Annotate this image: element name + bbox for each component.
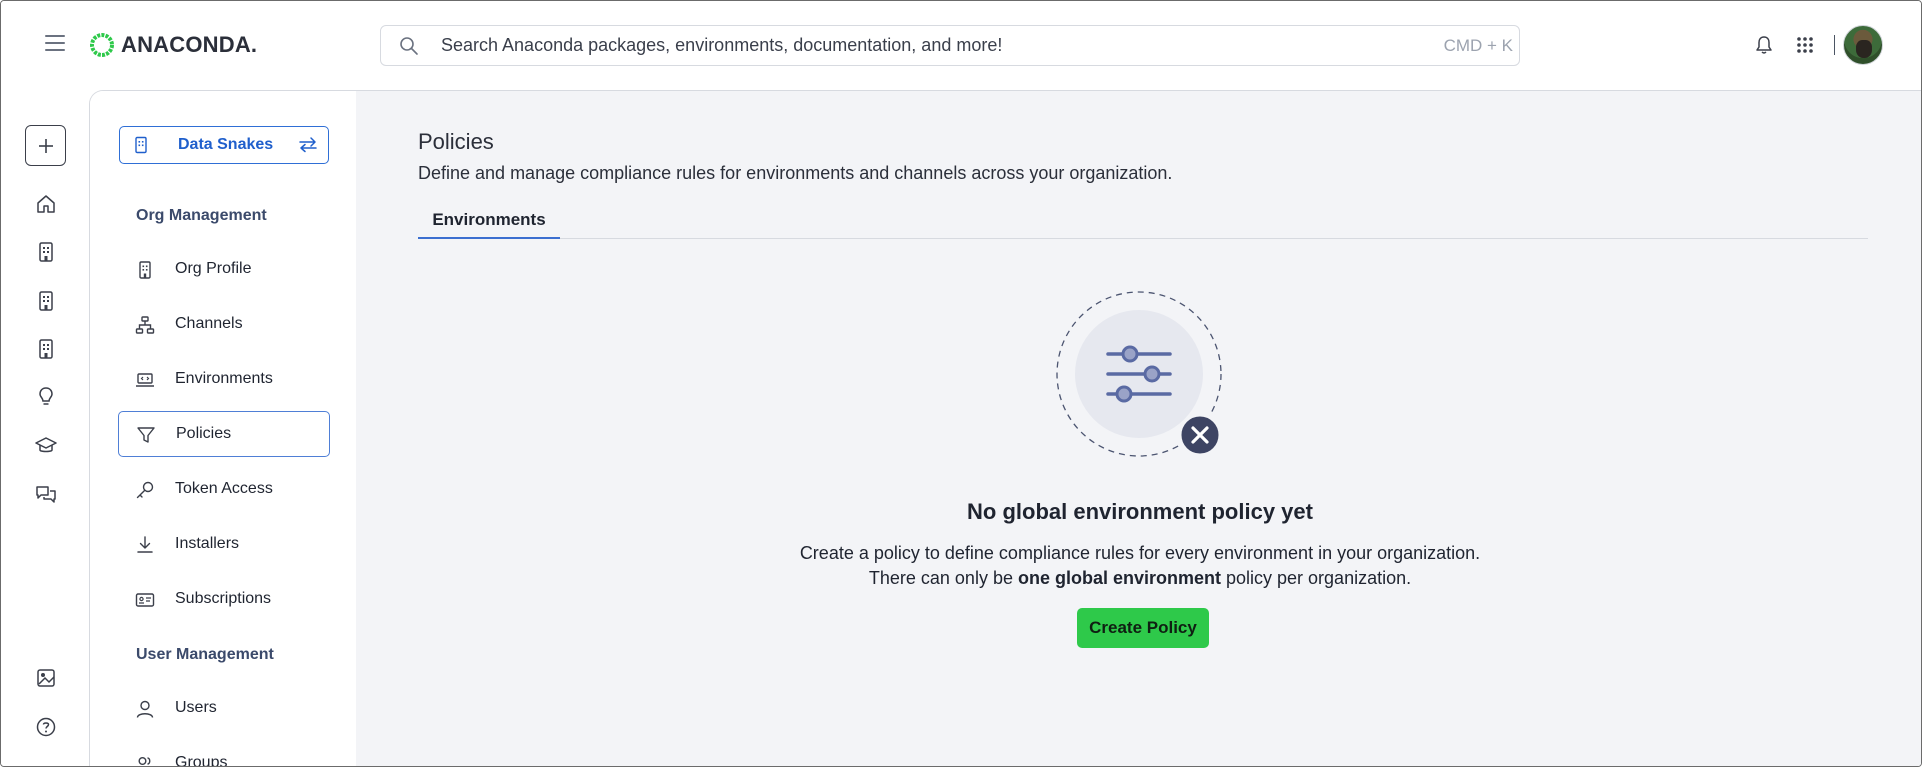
plus-icon [38, 138, 53, 153]
user-avatar[interactable] [1843, 25, 1883, 65]
empty-state-message: Create a policy to define compliance rul… [799, 543, 1481, 563]
laptop-code-icon [136, 373, 154, 387]
empty-state-title: No global environment policy yet [967, 499, 1313, 524]
sidebar-item-label: Org Profile [175, 260, 252, 277]
sidebar-item-label: Subscriptions [175, 590, 272, 607]
search-input[interactable] [441, 26, 1401, 65]
help-icon[interactable] [35, 716, 57, 738]
content-panel: Data Snakes Org Management Org Profile C… [89, 90, 1921, 767]
org-switcher[interactable]: Data Snakes [119, 126, 329, 164]
building-icon[interactable] [35, 241, 57, 263]
icon-rail [1, 90, 89, 766]
section-user-management: User Management [136, 646, 274, 663]
home-icon[interactable] [35, 193, 57, 215]
tab-environments[interactable]: Environments [418, 207, 560, 239]
menu-icon[interactable] [45, 35, 65, 51]
anaconda-ring-icon [90, 33, 114, 57]
sidebar-item-label: Groups [175, 754, 228, 767]
anaconda-logo[interactable]: ANACONDA. [89, 32, 257, 58]
sidebar-item-users[interactable]: Users [118, 686, 330, 732]
tab-bar: Environments [418, 207, 1868, 239]
building-icon [139, 261, 151, 279]
empty-state-note: There can only be one global environment… [356, 568, 1921, 589]
policy-settings-illustration [1056, 291, 1222, 457]
search-icon [400, 37, 418, 55]
filter-icon [137, 427, 155, 443]
sidebar-item-label: Users [175, 699, 217, 716]
sidebar-item-org-profile[interactable]: Org Profile [118, 247, 330, 293]
network-icon [135, 316, 155, 334]
note-prefix: There can only be [868, 568, 1018, 588]
create-new-button[interactable] [25, 125, 66, 166]
sidebar-item-policies[interactable]: Policies [118, 411, 330, 457]
chat-bubbles-icon[interactable] [35, 483, 57, 505]
sidebar-item-label: Environments [175, 370, 273, 387]
app-window: ANACONDA. CMD + K [0, 0, 1922, 767]
sidebar-item-environments[interactable]: Environments [118, 357, 330, 403]
building-icon [135, 136, 147, 154]
sidebar-item-groups[interactable]: Groups [118, 741, 330, 767]
org-name: Data Snakes [178, 136, 274, 153]
search-bar[interactable]: CMD + K [380, 25, 1520, 66]
sidebar-item-installers[interactable]: Installers [118, 522, 330, 568]
sidebar-item-label: Channels [175, 315, 243, 332]
download-icon [137, 536, 153, 553]
swap-arrows-icon [299, 137, 317, 153]
page-description: Define and manage compliance rules for e… [418, 163, 1173, 183]
graduation-cap-icon[interactable] [35, 435, 57, 457]
settings-sidebar: Data Snakes Org Management Org Profile C… [90, 91, 356, 767]
users-icon [138, 757, 151, 765]
sidebar-item-channels[interactable]: Channels [118, 302, 330, 348]
note-bold: one global environment [1017, 568, 1221, 588]
main-content: Policies Define and manage compliance ru… [356, 91, 1921, 766]
lightbulb-icon[interactable] [35, 386, 57, 408]
search-shortcut-hint: CMD + K [1443, 36, 1513, 55]
page-title: Policies [418, 129, 494, 154]
sidebar-item-label: Installers [175, 535, 240, 552]
create-policy-button[interactable]: Create Policy [1077, 608, 1209, 648]
sidebar-item-token-access[interactable]: Token Access [118, 467, 330, 513]
sidebar-item-subscriptions[interactable]: Subscriptions [118, 577, 330, 623]
id-card-icon [135, 593, 155, 607]
apps-grid-icon[interactable] [1796, 36, 1814, 54]
building-icon[interactable] [35, 290, 57, 312]
logo-text: ANACONDA. [121, 32, 258, 57]
key-icon [136, 481, 154, 499]
building-icon[interactable] [35, 338, 57, 360]
top-bar: ANACONDA. CMD + K [1, 1, 1921, 90]
note-suffix: policy per organization. [1221, 568, 1412, 588]
user-icon [136, 700, 154, 718]
sidebar-item-label: Token Access [175, 480, 273, 497]
header-divider [1834, 35, 1835, 55]
sidebar-item-label: Policies [176, 425, 232, 442]
section-org-management: Org Management [136, 207, 267, 224]
bell-icon[interactable] [1755, 35, 1773, 55]
image-gallery-icon[interactable] [35, 667, 57, 689]
